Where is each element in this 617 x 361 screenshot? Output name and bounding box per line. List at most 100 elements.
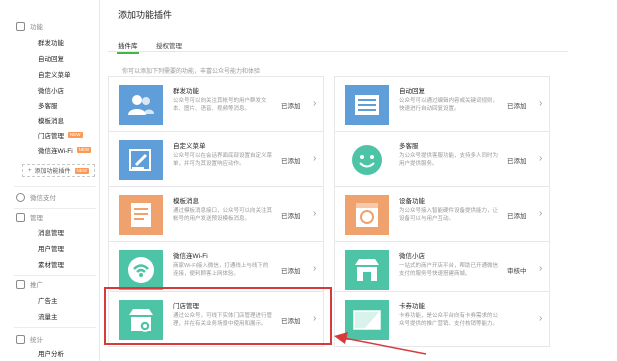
sidebar-item-template-msg[interactable]: 模板消息 bbox=[38, 114, 64, 125]
plugin-name: 模板消息 bbox=[173, 198, 199, 205]
add-plugin-label: 添加功能插件 bbox=[34, 169, 71, 175]
plugin-desc: 为公众号接入智能硬件设备提供能力，让设备可以与用户互动。 bbox=[399, 208, 499, 222]
plugin-name: 群发功能 bbox=[173, 88, 199, 95]
template-doc-icon bbox=[131, 203, 151, 227]
user-group-icon bbox=[128, 95, 154, 115]
plugin-desc: 为公众号提供客服功能，支持多人同时为用户提供服务。 bbox=[399, 153, 499, 167]
sidebar-item-label: 门店管理 bbox=[38, 132, 64, 140]
plugin-card-multi-service[interactable]: 多客服 为公众号提供客服功能，支持多人同时为用户提供服务。 已添加 › bbox=[334, 131, 550, 187]
chevron-right-icon: › bbox=[313, 208, 317, 219]
sidebar-item-label: 自动回复 bbox=[38, 55, 64, 63]
list-reply-icon bbox=[355, 95, 379, 115]
new-badge: NEW bbox=[68, 131, 83, 138]
smile-face-icon bbox=[352, 145, 382, 175]
sidebar-item-label: 消息管理 bbox=[38, 229, 64, 237]
sidebar-item-user-analysis[interactable]: 用户分析 bbox=[38, 347, 64, 358]
section-promo: 推广 bbox=[16, 278, 43, 290]
sidebar-divider bbox=[14, 186, 96, 187]
tab-auth-manage[interactable]: 授权管理 bbox=[156, 40, 182, 50]
plugin-card-custom-menu[interactable]: 自定义菜单 公众号可以在会话界面底部设置自定义菜单，并可为其设置响应动作。 已添… bbox=[108, 131, 324, 187]
promo-icon bbox=[16, 279, 25, 289]
plugin-name: 设备功能 bbox=[399, 198, 425, 205]
plugin-status: 已添加 bbox=[507, 103, 527, 110]
tab-plugin-library[interactable]: 插件库 bbox=[117, 40, 138, 54]
plugin-thumb bbox=[119, 140, 163, 180]
sidebar-item-auto-reply[interactable]: 自动回复 bbox=[38, 52, 64, 63]
sidebar-item-multi-service[interactable]: 多客服 bbox=[38, 99, 58, 110]
device-icon bbox=[356, 203, 378, 227]
plugin-desc: 商家Wi-Fi接入微信，打通线上与线下的连接，便利顾客上网体验。 bbox=[173, 263, 269, 277]
sidebar-divider bbox=[14, 327, 96, 328]
plugin-name: 微信小店 bbox=[399, 253, 425, 260]
sidebar-item-label: 微信小店 bbox=[38, 87, 64, 95]
plugin-name: 自动回复 bbox=[399, 88, 425, 95]
plugin-name: 卡券功能 bbox=[399, 303, 425, 310]
plugin-status: 已添加 bbox=[507, 158, 527, 165]
plus-icon: + bbox=[28, 167, 32, 174]
sidebar-item-advertiser[interactable]: 广告主 bbox=[38, 294, 58, 305]
function-icon bbox=[16, 21, 25, 31]
plugin-card-wechat-shop[interactable]: 微信小店 一站式的商户开店平台，帮助已开通微信支付的服务号快速搭建商城。 审核中… bbox=[334, 241, 550, 297]
wifi-icon bbox=[128, 257, 154, 283]
sidebar-item-publisher[interactable]: 流量主 bbox=[38, 310, 58, 321]
tab-bar: 插件库 授权管理 bbox=[108, 38, 568, 54]
plugin-desc: 一站式的商户开店平台，帮助已开通微信支付的服务号快速搭建商城。 bbox=[399, 263, 499, 277]
section-stats: 统计 bbox=[16, 333, 43, 345]
intro-text: 你可以添加下列需要的功能，丰富公众号能力和体验 bbox=[122, 69, 261, 75]
plugin-status: 已添加 bbox=[281, 158, 301, 165]
plugin-thumb bbox=[119, 85, 163, 125]
plugin-status: 审核中 bbox=[507, 268, 527, 275]
sidebar-item-wechat-shop[interactable]: 微信小店 bbox=[38, 84, 64, 95]
chevron-right-icon: › bbox=[539, 98, 543, 109]
plugin-thumb bbox=[345, 195, 389, 235]
sidebar-item-label: 模板消息 bbox=[38, 117, 64, 125]
chevron-right-icon: › bbox=[539, 313, 543, 324]
chevron-right-icon: › bbox=[313, 98, 317, 109]
section-function-label: 功能 bbox=[30, 24, 43, 31]
section-pay-label: 微信支付 bbox=[30, 195, 56, 202]
section-promo-label: 推广 bbox=[30, 282, 43, 289]
plugin-card-template-msg[interactable]: 模板消息 通过模板消息接口，公众号可以向关注其帐号的用户发送预设模板消息。 已添… bbox=[108, 186, 324, 242]
sidebar-item-label: 多客服 bbox=[38, 102, 58, 110]
sidebar-item-mass-send[interactable]: 群发功能 bbox=[38, 36, 64, 47]
plugin-card-device[interactable]: 设备功能 为公众号接入智能硬件设备提供能力，让设备可以与用户互动。 已添加 › bbox=[334, 186, 550, 242]
page-title: 添加功能插件 bbox=[118, 10, 173, 20]
annotation-arrow-icon bbox=[334, 332, 427, 355]
chevron-right-icon: › bbox=[313, 153, 317, 164]
plugin-name: 多客服 bbox=[399, 143, 419, 150]
sidebar-item-label: 广告主 bbox=[38, 297, 58, 305]
sidebar-item-label: 微信连Wi-Fi bbox=[38, 147, 73, 155]
sidebar-item-messages[interactable]: 消息管理 bbox=[38, 226, 64, 237]
sidebar-item-wifi[interactable]: 微信连Wi-Fi NEW bbox=[38, 144, 92, 155]
section-pay[interactable]: 微信支付 bbox=[16, 191, 56, 203]
sidebar-divider bbox=[14, 275, 96, 276]
section-function: 功能 bbox=[16, 20, 43, 32]
add-plugin-button[interactable]: + 添加功能插件 NEW bbox=[22, 164, 95, 177]
new-badge: NEW bbox=[74, 167, 90, 174]
plugin-thumb bbox=[345, 140, 389, 180]
plugin-thumb bbox=[119, 250, 163, 290]
chevron-right-icon: › bbox=[539, 208, 543, 219]
sidebar-item-label: 用户管理 bbox=[38, 245, 64, 253]
manage-icon bbox=[16, 212, 25, 222]
plugin-status: 已添加 bbox=[281, 103, 301, 110]
plugin-desc: 公众号可以通过编辑内容或关键词规则，快速进行自动回复设置。 bbox=[399, 98, 499, 112]
sidebar-item-label: 群发功能 bbox=[38, 39, 64, 47]
chevron-right-icon: › bbox=[313, 263, 317, 274]
section-manage: 管理 bbox=[16, 211, 43, 223]
shop-icon bbox=[355, 259, 379, 281]
sidebar-item-users[interactable]: 用户管理 bbox=[38, 242, 64, 253]
chevron-right-icon: › bbox=[539, 263, 543, 274]
plugin-status: 已添加 bbox=[507, 213, 527, 220]
plugin-desc: 通过模板消息接口，公众号可以向关注其帐号的用户发送预设模板消息。 bbox=[173, 208, 273, 222]
sidebar-item-store-manage[interactable]: 门店管理 NEW bbox=[38, 129, 83, 140]
plugin-card-auto-reply[interactable]: 自动回复 公众号可以通过编辑内容或关键词规则，快速进行自动回复设置。 已添加 › bbox=[334, 76, 550, 132]
sidebar-item-label: 素材管理 bbox=[38, 261, 64, 269]
sidebar-item-materials[interactable]: 素材管理 bbox=[38, 258, 64, 269]
highlight-box bbox=[104, 287, 332, 345]
sidebar-item-label: 流量主 bbox=[38, 313, 58, 321]
sidebar-item-custom-menu[interactable]: 自定义菜单 bbox=[38, 68, 71, 79]
plugin-card-mass-send[interactable]: 群发功能 公众号可以向关注其帐号的用户群发文本、图片、语音、视频等消息。 已添加… bbox=[108, 76, 324, 132]
sidebar-item-label: 用户分析 bbox=[38, 350, 64, 358]
plugin-status: 已添加 bbox=[281, 213, 301, 220]
